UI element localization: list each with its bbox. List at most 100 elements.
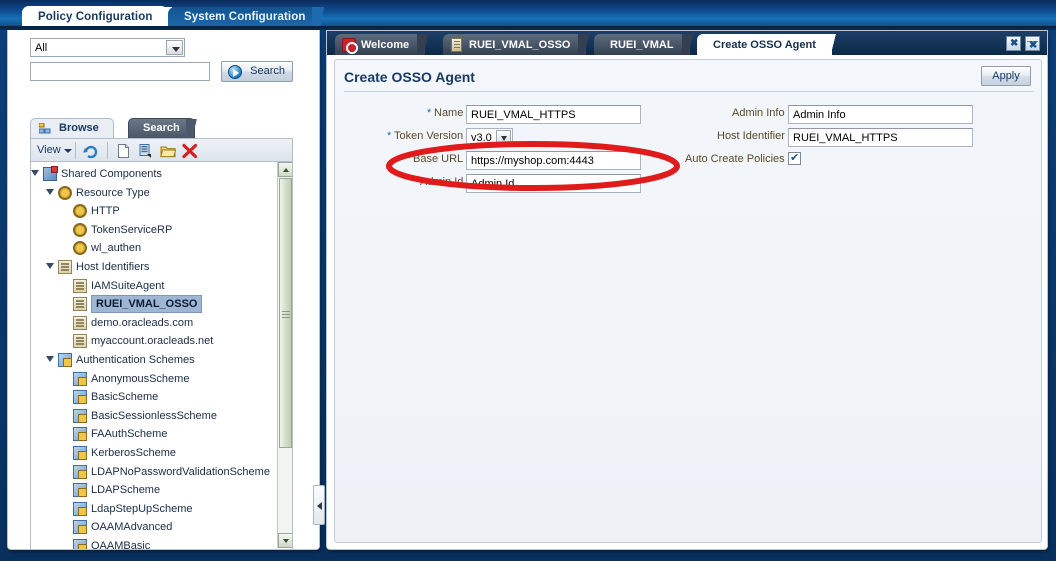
delete-icon[interactable] (182, 143, 198, 159)
tree-item-label: demo.oracleads.com (91, 316, 194, 329)
form-row: Auto Create Policies (335, 151, 1041, 171)
gear-icon (73, 241, 87, 256)
tree-item-label: FAAuthScheme (91, 428, 168, 441)
tree-toolbar: View (30, 138, 293, 162)
form-content-area: Create OSSO Agent Apply * Name RUEI_VMAL_H… (334, 59, 1042, 543)
field-value: Admin Id (471, 178, 515, 190)
content-panel: Welcome RUEI_VMAL_OSSO RUEI_VMAL Create … (326, 30, 1048, 550)
duplicate-icon[interactable] (138, 143, 154, 159)
host-identifier-icon (73, 334, 87, 349)
auth-scheme-icon (73, 501, 87, 516)
search-input[interactable] (30, 62, 210, 81)
global-tab-system-configuration[interactable]: System Configuration (168, 7, 331, 30)
search-go-icon (228, 65, 242, 79)
component-tree: Shared Components Resource Type HTTP TokenS… (30, 162, 293, 550)
tab-ruei-vmal[interactable]: RUEI_VMAL (594, 34, 698, 57)
refresh-icon[interactable] (83, 143, 99, 159)
page-title: Create OSSO Agent (344, 69, 475, 85)
view-menu-label: View (37, 144, 61, 156)
form-row: Admin Info Admin Info (335, 105, 1041, 125)
tree-item-label: Resource Type (76, 186, 150, 199)
tree-item-label: RUEI_VMAL_OSSO (91, 295, 203, 314)
subtab-label: Search (143, 122, 180, 134)
tree-expand-toggle[interactable] (46, 263, 54, 269)
search-button-label: Search (250, 65, 285, 77)
tree-item-label: AnonymousScheme (91, 372, 190, 385)
tab-welcome[interactable]: Welcome (335, 34, 434, 57)
tree-item-label: TokenServiceRP (91, 223, 173, 236)
view-menu-button[interactable]: View (37, 144, 72, 156)
auth-scheme-icon (73, 520, 87, 535)
field-input[interactable]: Admin Info (788, 105, 973, 124)
auth-scheme-icon (73, 483, 87, 498)
global-header: Policy Configuration System Configuratio… (0, 0, 1056, 30)
restore-icon[interactable]: ✖ (1025, 36, 1040, 51)
scrollbar-thumb[interactable] (279, 178, 292, 448)
global-tab-policy-configuration[interactable]: Policy Configuration (22, 7, 179, 30)
window-buttons: ✖ ✖ (1006, 36, 1042, 52)
tab-label: Welcome (361, 39, 410, 51)
filter-select-value: All (35, 42, 48, 54)
filter-select[interactable]: All (30, 38, 185, 57)
tree-item-label: BasicSessionlessScheme (91, 409, 217, 422)
browse-tree-icon (38, 122, 51, 135)
host-identifier-icon (58, 260, 72, 274)
tab-create-osso-agent[interactable]: Create OSSO Agent (697, 34, 841, 57)
toolbar-separator (75, 142, 76, 159)
scroll-down-button[interactable] (278, 533, 292, 548)
tree-item-label: LDAPScheme (91, 484, 161, 497)
gear-icon (73, 222, 87, 237)
auth-scheme-icon (73, 427, 87, 442)
subtab-search[interactable]: Search (128, 118, 202, 139)
subtab-label: Browse (59, 122, 99, 134)
tree-expand-toggle[interactable] (46, 188, 54, 195)
auth-scheme-icon (58, 353, 72, 367)
field-label: Admin Info (732, 107, 785, 119)
global-tab-label: Policy Configuration (38, 11, 153, 23)
auth-scheme-icon (73, 408, 87, 423)
search-button[interactable]: Search (221, 61, 293, 82)
field-label: Admin Id (420, 176, 464, 188)
tree-scrollbar[interactable] (277, 162, 292, 548)
gear-icon (73, 204, 87, 219)
tree-item-label: Shared Components (61, 168, 162, 180)
form-row: Host Identifier RUEI_VMAL_HTTPS (335, 128, 1041, 148)
tree-expand-toggle[interactable] (46, 356, 54, 362)
host-identifier-icon (73, 278, 87, 293)
apply-button[interactable]: Apply (981, 66, 1031, 86)
tree-item-label: LDAPNoPasswordValidationScheme (91, 465, 270, 478)
tree-item-label: LdapStepUpScheme (91, 502, 193, 515)
tree-expand-toggle[interactable] (31, 170, 39, 176)
toolbar-separator (107, 142, 108, 159)
subtab-browse[interactable]: Browse (30, 118, 114, 138)
tab-ruei-vmal-osso[interactable]: RUEI_VMAL_OSSO (443, 34, 595, 57)
auth-scheme-icon (73, 464, 87, 479)
auth-scheme-icon (73, 446, 87, 460)
shared-components-icon (43, 166, 58, 181)
tab-label: RUEI_VMAL_OSSO (469, 39, 571, 51)
host-identifier-icon (73, 315, 87, 330)
tree-item-label: OAAMBasic (91, 540, 151, 550)
auth-scheme-icon (73, 371, 87, 386)
chevron-down-icon (63, 149, 72, 153)
field-checkbox[interactable] (788, 151, 801, 165)
global-tab-label: System Configuration (184, 11, 306, 23)
navigation-panel: All Search Browse Search View Shared Com… (7, 30, 320, 550)
tree-item-label: BasicScheme (91, 391, 159, 404)
scroll-up-button[interactable] (278, 162, 292, 177)
tree-item-label: myaccount.oracleads.net (91, 335, 214, 348)
field-input[interactable]: Admin Id (466, 174, 641, 193)
new-document-icon[interactable] (116, 143, 132, 159)
tab-label: RUEI_VMAL (610, 39, 674, 51)
close-icon[interactable]: ✖ (1006, 36, 1021, 51)
form-row: Admin Id Admin Id (335, 174, 1041, 194)
field-input[interactable]: RUEI_VMAL_HTTPS (788, 128, 973, 147)
panel-splitter-collapse[interactable] (313, 485, 325, 525)
tree-item-label: Authentication Schemes (76, 354, 195, 366)
chevron-down-icon[interactable] (166, 40, 183, 55)
host-identifier-icon (73, 297, 87, 312)
open-folder-icon[interactable] (160, 143, 177, 159)
tree-item-label: OAAMAdvanced (91, 521, 173, 534)
tree-item-label: HTTP (91, 205, 120, 218)
tree-item-label: KerberosScheme (91, 447, 176, 459)
